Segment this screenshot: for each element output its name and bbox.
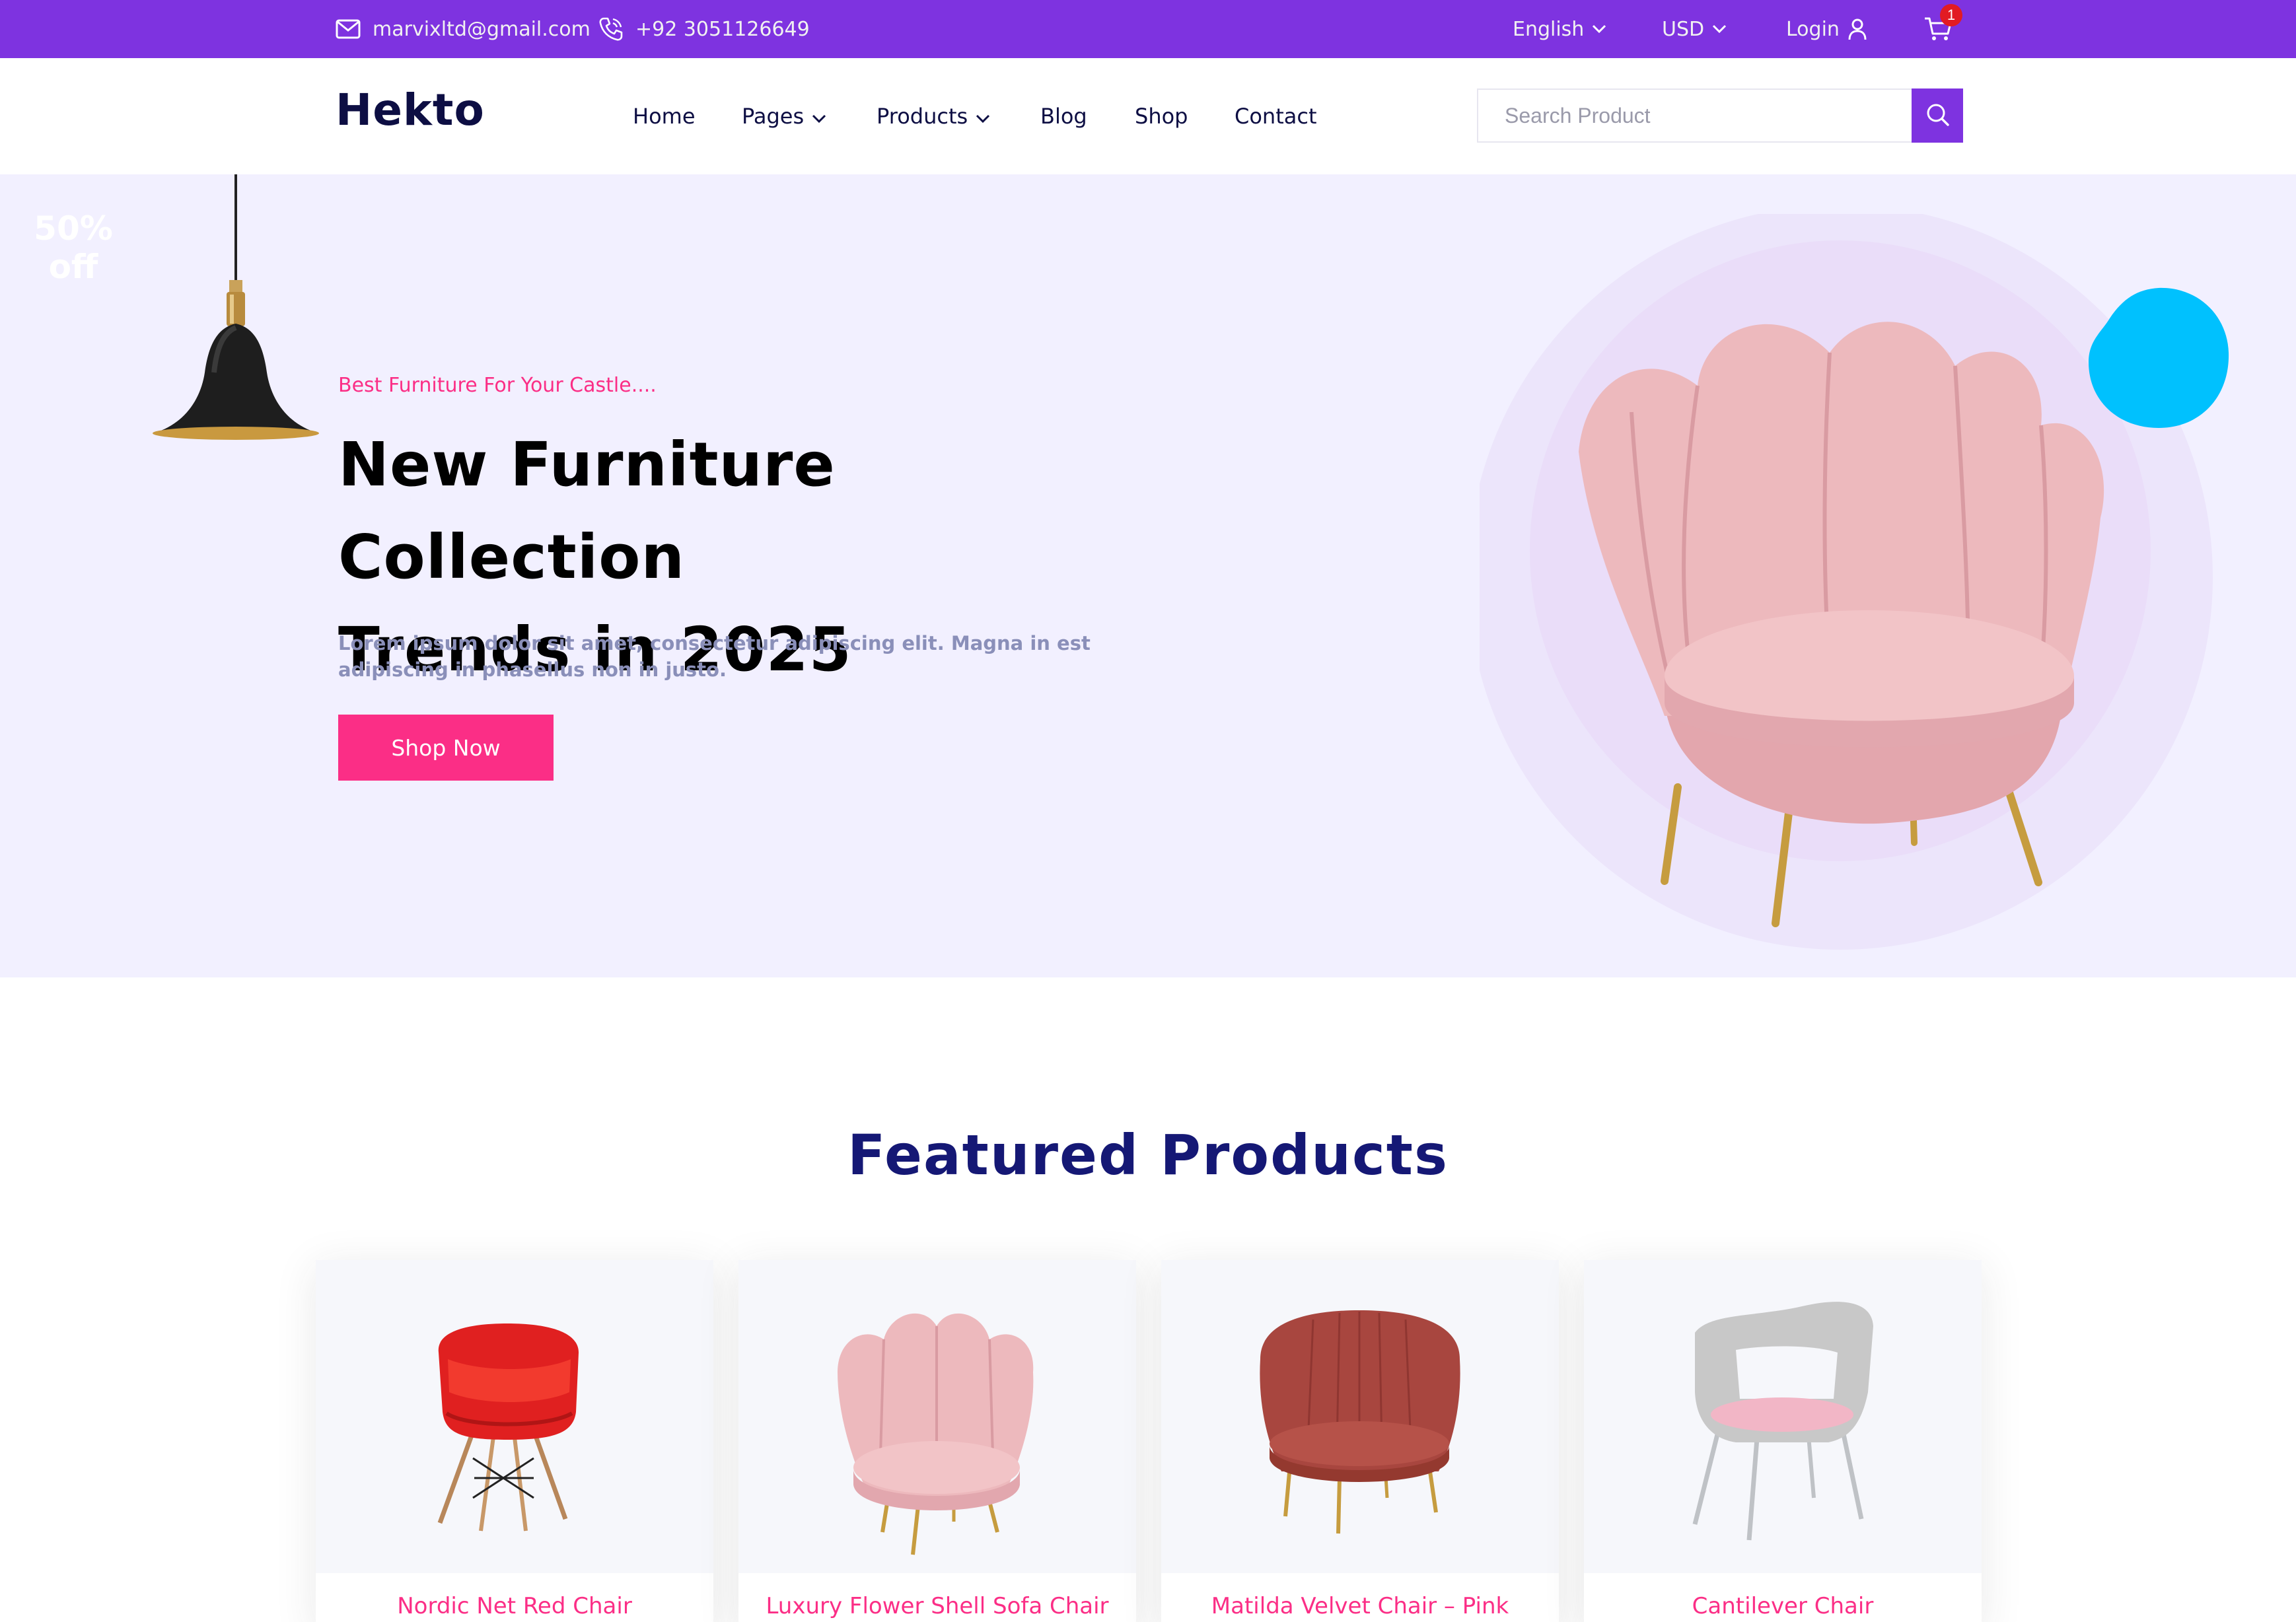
nav-label: Shop: [1135, 104, 1188, 129]
featured-products-title: Featured Products: [847, 1123, 1449, 1187]
main-header: Hekto Home Pages Products Blog Shop Cont…: [0, 58, 2296, 174]
discount-badge-shape: [2089, 287, 2229, 428]
product-image-red-chair: [437, 1323, 579, 1532]
mail-icon: [336, 19, 361, 39]
hero-subtitle: Best Furniture For Your Castle....: [338, 374, 657, 397]
search-icon: [1925, 102, 1950, 130]
language-select[interactable]: English: [1513, 0, 1606, 58]
top-bar: marvixltd@gmail.com +92 3051126649 Engli…: [0, 0, 2296, 58]
site-logo[interactable]: Hekto: [336, 85, 485, 135]
login-label: Login: [1786, 17, 1840, 41]
currency-label: USD: [1662, 17, 1705, 41]
search-input[interactable]: [1478, 90, 1912, 141]
chevron-down-icon: [812, 104, 826, 129]
product-image-area: [1161, 1260, 1559, 1573]
hero-banner: Best Furniture For Your Castle.... New F…: [0, 174, 2296, 977]
cart-count-badge: 1: [1940, 4, 1962, 26]
product-image-area: [1584, 1260, 1982, 1573]
nav-label: Products: [877, 104, 968, 129]
shop-now-button[interactable]: Shop Now: [338, 715, 554, 781]
phone-contact[interactable]: +92 3051126649: [598, 0, 810, 58]
phone-icon: [598, 17, 624, 42]
email-text: marvixltd@gmail.com: [373, 17, 591, 41]
chevron-down-icon: [976, 104, 990, 129]
nav-label: Home: [633, 104, 696, 129]
nav-products[interactable]: Products: [877, 58, 990, 174]
product-name[interactable]: Nordic Net Red Chair: [316, 1593, 713, 1619]
currency-select[interactable]: USD: [1662, 0, 1727, 58]
nav-label: Contact: [1235, 104, 1317, 129]
nav-contact[interactable]: Contact: [1235, 58, 1317, 174]
product-card[interactable]: Cantilever Chair: [1584, 1260, 1982, 1622]
product-card[interactable]: Luxury Flower Shell Sofa Chair: [738, 1260, 1136, 1622]
product-image-area: [738, 1260, 1136, 1573]
hero-description: Lorem ipsum dolor sit amet, consectetur …: [338, 632, 1091, 681]
nav-label: Blog: [1040, 104, 1087, 129]
product-image-area: [316, 1260, 713, 1573]
login-link[interactable]: Login: [1786, 0, 1867, 58]
pendant-lamp-image: [153, 174, 319, 440]
nav-home[interactable]: Home: [633, 58, 696, 174]
product-name[interactable]: Luxury Flower Shell Sofa Chair: [738, 1593, 1136, 1619]
chevron-down-icon: [1712, 24, 1727, 34]
product-name[interactable]: Matilda Velvet Chair – Pink: [1161, 1593, 1559, 1619]
hero-headline-line1: New Furniture Collection: [338, 429, 836, 592]
product-image-velvet-chair: [1260, 1310, 1460, 1534]
product-image-pink-chair: [838, 1313, 1034, 1555]
nav-shop[interactable]: Shop: [1135, 58, 1188, 174]
search-button[interactable]: [1912, 88, 1963, 143]
product-card[interactable]: Matilda Velvet Chair – Pink: [1161, 1260, 1559, 1622]
chevron-down-icon: [1592, 24, 1606, 34]
product-name[interactable]: Cantilever Chair: [1584, 1593, 1982, 1619]
search-field: [1477, 88, 1913, 143]
discount-percent: 50%: [34, 209, 113, 248]
nav-blog[interactable]: Blog: [1040, 58, 1087, 174]
email-contact[interactable]: marvixltd@gmail.com: [336, 0, 591, 58]
nav-pages[interactable]: Pages: [742, 58, 826, 174]
discount-badge: 50% off: [0, 174, 147, 321]
nav-label: Pages: [742, 104, 805, 129]
language-label: English: [1513, 17, 1585, 41]
product-image-cantilever-chair: [1692, 1302, 1873, 1541]
discount-off: off: [48, 248, 98, 286]
phone-text: +92 3051126649: [635, 17, 810, 41]
user-icon: [1848, 18, 1867, 40]
product-card[interactable]: Nordic Net Red Chair: [316, 1260, 713, 1622]
